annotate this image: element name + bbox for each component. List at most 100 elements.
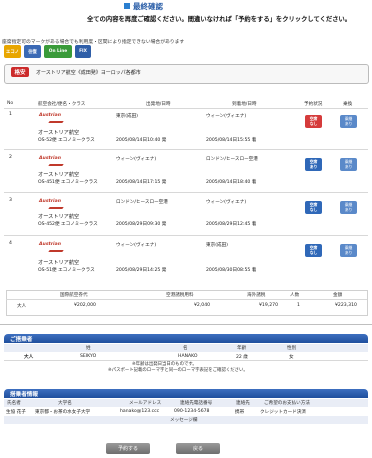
passenger-col-gender: 性別 (287, 346, 297, 351)
seat-status-line2: なし (309, 249, 318, 255)
arrival-place: ロンドン/ヒースロー空港 (206, 157, 258, 162)
applicant-col-phone: 連絡先電話番号 (180, 401, 213, 406)
flight-no: 3 (9, 198, 12, 203)
col-arrival: 到着地/日時 (232, 102, 257, 107)
fix-icon-label: FIX (79, 49, 87, 54)
online-icon: On Line (44, 45, 72, 58)
airline-logo: Austrian (39, 242, 61, 247)
title-bullet-icon (124, 3, 130, 9)
route-text: オーストリア航空《成田発》ヨーロッパ各都市 (36, 70, 141, 76)
price-overseas-tax: ¥19,270 (259, 303, 278, 308)
passenger-last-name: SEIKYO (80, 354, 97, 359)
airline-name: オーストリア航空 (38, 172, 80, 178)
price-fare: ¥202,000 (74, 303, 96, 308)
flight-no: 4 (9, 241, 12, 246)
airline-logo: Austrian (39, 156, 61, 161)
arrival-place: ウィーン(ヴィエナ) (206, 114, 247, 119)
applicant-col-payment: ご希望のお支払い方法 (264, 401, 310, 406)
flight-row: 1 Austrian オーストリア航空 OS-52便 エコノミークラス 東京(成… (0, 112, 372, 152)
roundtrip-icon-label: 往復 (28, 49, 37, 55)
applicant-name: 生協 花子 (6, 410, 26, 415)
seat-status-button[interactable]: 空席 なし (305, 201, 322, 214)
passenger-col-age: 年齢 (237, 346, 247, 351)
section-divider (0, 324, 372, 325)
price-passenger-type: 大人 (17, 304, 27, 309)
airline-logo: Austrian (39, 113, 61, 118)
seat-status-line2: あり (309, 163, 318, 169)
seat-status-line2: なし (309, 206, 318, 212)
passenger-section-header: ご搭乗者 (4, 334, 368, 343)
applicant-col-contact: 連絡先 (236, 401, 250, 406)
flight-no: 1 (9, 112, 12, 117)
confirmation-notice: 全ての内容を再度ご確認ください。間違いなければ「予約をする」をクリックしてくださ… (87, 16, 352, 23)
seat-status-button[interactable]: 空席 なし (305, 115, 322, 128)
applicant-col-school: 大学名 (58, 401, 72, 406)
airline-name: オーストリア航空 (38, 214, 80, 220)
arrival-time: 2005/08/14日15:55 着 (206, 138, 257, 143)
roundtrip-icon: 往復 (24, 45, 41, 58)
col-departure: 出発地/日時 (146, 102, 171, 107)
page-title: 最終確認 (133, 2, 163, 11)
back-button[interactable]: 戻る (176, 443, 220, 454)
arrival-place: ウィーン(ヴィエナ) (206, 200, 247, 205)
seat-status-button[interactable]: 空席 あり (305, 158, 322, 171)
flight-class: OS-51便 エコノミークラス (38, 268, 95, 273)
col-no: No (7, 101, 14, 106)
header-separator (4, 108, 368, 109)
col-airline: 航空会社/便名・クラス (38, 102, 86, 107)
airline-logo-swoosh-icon (48, 250, 64, 252)
flight-class: OS-452便 エコノミークラス (38, 222, 98, 227)
departure-place: ウィーン(ヴィエナ) (116, 243, 157, 248)
price-col-total: 金額 (333, 293, 343, 298)
price-count: 1 (297, 303, 300, 308)
departure-time: 2005/08/29日09:30 発 (116, 222, 167, 227)
transfer-button[interactable]: 乗継 あり (340, 244, 357, 257)
transfer-line2: あり (344, 163, 353, 169)
applicant-col-name: 氏名者 (7, 401, 21, 406)
price-total: ¥223,310 (335, 303, 357, 308)
arrival-time: 2005/08/30日08:55 着 (206, 268, 257, 273)
message-label: メッセージ欄 (170, 418, 198, 423)
arrival-time: 2005/08/29日12:45 着 (206, 222, 257, 227)
applicant-col-email: メールアドレス (129, 401, 162, 406)
applicant-contact: 携帯 (235, 410, 245, 415)
transfer-button[interactable]: 乗継 あり (340, 201, 357, 214)
applicant-email: hanako@123.ccc (120, 409, 160, 414)
row-separator (4, 149, 368, 150)
col-seat-status: 予約状況 (304, 102, 323, 107)
arrival-place: 東京(成田) (206, 243, 228, 248)
passenger-col-last: 姓 (86, 346, 91, 351)
applicant-school: 東京都・お茶の水女子大学 (35, 410, 91, 415)
transfer-button[interactable]: 乗継 あり (340, 115, 357, 128)
airline-logo-swoosh-icon (48, 207, 64, 209)
reserve-button[interactable]: 予約する (106, 443, 150, 454)
economy-icon: エコノ (4, 45, 21, 58)
departure-place: 東京(成田) (116, 114, 138, 119)
col-transfer: 乗換 (343, 102, 353, 107)
economy-icon-label: エコノ (6, 49, 19, 55)
fix-icon: FIX (75, 45, 91, 58)
price-col-count: 人数 (290, 293, 300, 298)
transfer-button[interactable]: 乗継 あり (340, 158, 357, 171)
arrival-time: 2005/08/14日18:40 着 (206, 180, 257, 185)
flight-class: OS-451便 エコノミークラス (38, 180, 98, 185)
flight-row: 3 Austrian オーストリア航空 OS-452便 エコノミークラス ロンド… (0, 198, 372, 238)
seat-note: 座席指定可のマークがある場合でも利用度・区間により指定できない場合があります (2, 40, 185, 45)
transfer-line2: あり (344, 206, 353, 212)
departure-time: 2005/08/14日17:15 発 (116, 180, 167, 185)
airline-name: オーストリア航空 (38, 130, 80, 136)
seat-status-button[interactable]: 空席 なし (305, 244, 322, 257)
price-col-airport-fee: 空港諸税用料 (166, 293, 194, 298)
airline-name: オーストリア航空 (38, 260, 80, 266)
flight-row: 2 Austrian オーストリア航空 OS-451便 エコノミークラス ウィー… (0, 155, 372, 195)
applicant-section-header: 搭乗者情報 (4, 389, 368, 398)
flight-class: OS-52便 エコノミークラス (38, 138, 95, 143)
passenger-col-first: 名 (183, 346, 188, 351)
transfer-line2: あり (344, 249, 353, 255)
applicant-payment: クレジットカード決済 (260, 410, 306, 415)
flight-row: 4 Austrian オーストリア航空 OS-51便 エコノミークラス ウィーン… (0, 241, 372, 281)
price-header-separator (6, 299, 367, 300)
price-col-overseas-tax: 海外諸税 (247, 293, 266, 298)
route-tag-badge: 格安 (11, 67, 29, 77)
airline-logo-swoosh-icon (48, 121, 64, 123)
